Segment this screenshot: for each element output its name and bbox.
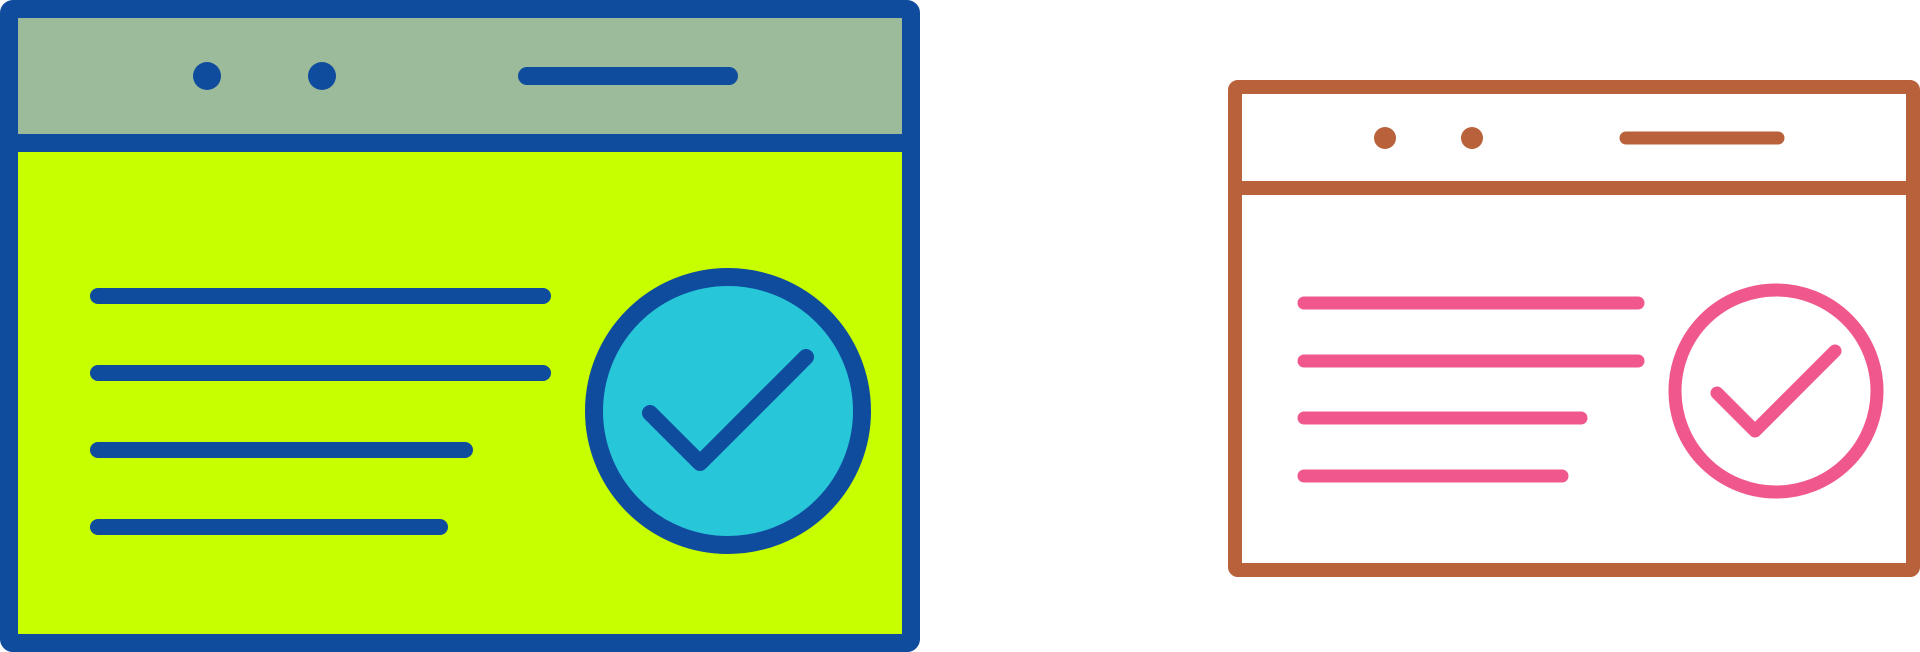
browser-window-check-icon-outline — [1228, 80, 1920, 577]
check-badge — [1668, 283, 1884, 499]
window-dot-1 — [193, 62, 221, 90]
window-dot-1 — [1374, 127, 1396, 149]
window-dot-2 — [1461, 127, 1483, 149]
check-badge — [585, 268, 871, 554]
window-header — [18, 18, 902, 143]
browser-window-check-icon-filled — [0, 0, 920, 652]
window-dot-2 — [308, 62, 336, 90]
